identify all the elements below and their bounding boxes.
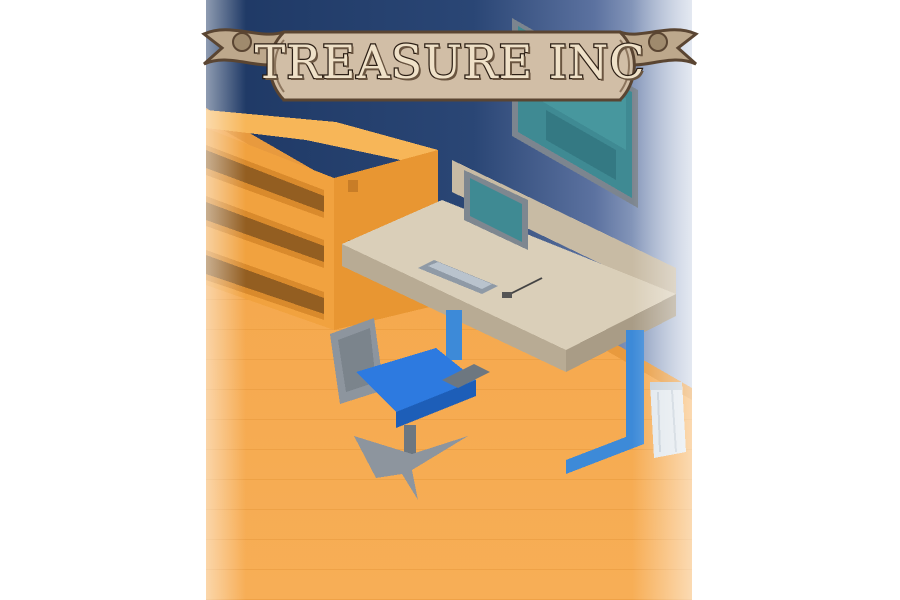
title-banner: TREASURE INC: [190, 18, 710, 110]
game-title: TREASURE INC: [253, 34, 646, 91]
